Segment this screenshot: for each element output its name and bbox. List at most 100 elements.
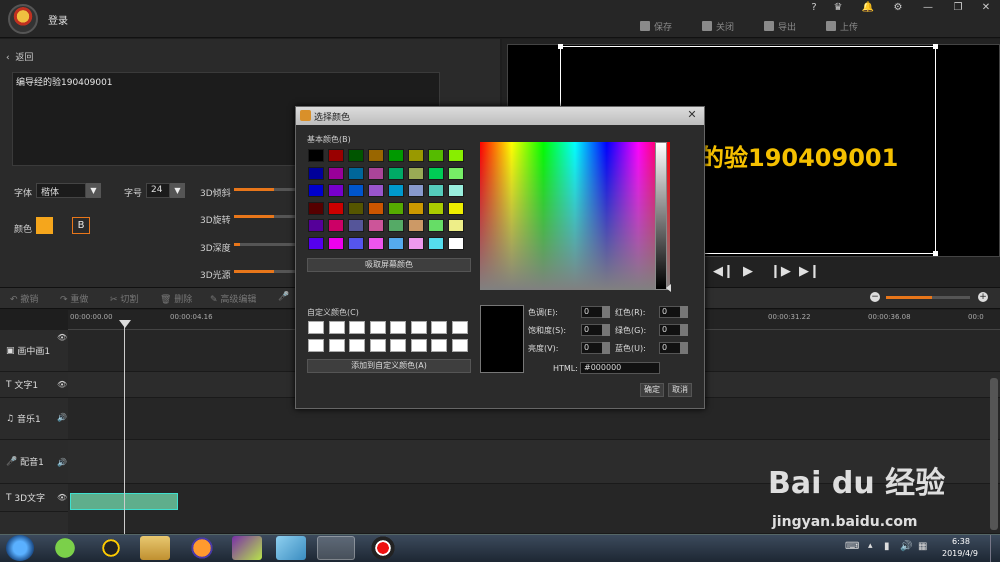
basic-color-swatch[interactable]	[448, 201, 464, 215]
basic-color-swatch[interactable]	[428, 166, 444, 180]
basic-color-swatch[interactable]	[328, 201, 344, 215]
luminance-arrow-icon[interactable]	[666, 284, 671, 292]
close-window-button[interactable]: ✕	[978, 2, 994, 16]
basic-color-swatch[interactable]	[368, 201, 384, 215]
basic-color-swatch[interactable]	[448, 166, 464, 180]
minimize-button[interactable]: —	[920, 2, 936, 16]
basic-color-swatch[interactable]	[308, 166, 324, 180]
tray-arrow-icon[interactable]: ▴	[868, 541, 873, 551]
notification-icon[interactable]: 🔔	[860, 2, 876, 16]
close-doc-button[interactable]: 关闭	[702, 19, 734, 33]
basic-color-swatch[interactable]	[388, 219, 404, 232]
basic-color-swatch[interactable]	[428, 201, 444, 215]
basic-color-swatch[interactable]	[348, 184, 364, 197]
spinner-icon[interactable]	[602, 342, 610, 354]
light-slider[interactable]	[234, 270, 296, 273]
basic-color-swatch[interactable]	[308, 236, 324, 250]
ok-button[interactable]: 确定	[640, 383, 664, 397]
playhead-handle[interactable]	[119, 320, 131, 328]
clock-date[interactable]: 2019/4/9	[942, 549, 978, 558]
basic-color-swatch[interactable]	[388, 166, 404, 180]
cancel-button[interactable]: 取消	[668, 383, 692, 397]
basic-color-swatch[interactable]	[308, 184, 324, 197]
playhead[interactable]	[124, 322, 125, 534]
basic-color-swatch[interactable]	[348, 236, 364, 250]
custom-color-swatch[interactable]	[328, 339, 345, 352]
basic-color-swatch[interactable]	[328, 166, 344, 180]
start-button[interactable]	[6, 535, 34, 561]
delete-button[interactable]: 🗑 删除	[160, 292, 192, 305]
basic-color-swatch[interactable]	[308, 201, 324, 215]
media-app-icon[interactable]	[232, 536, 262, 560]
custom-color-swatch[interactable]	[349, 321, 365, 334]
chevron-down-icon[interactable]: ▼	[86, 183, 101, 198]
resize-handle[interactable]	[558, 44, 563, 49]
vertical-scrollbar[interactable]	[990, 378, 998, 530]
custom-color-swatch[interactable]	[328, 321, 345, 334]
keyboard-icon[interactable]: ⌨	[845, 541, 859, 552]
font-select[interactable]: 楷体	[36, 183, 86, 198]
basic-color-swatch[interactable]	[408, 166, 424, 180]
custom-color-swatch[interactable]	[308, 321, 324, 334]
color-picker-swatch[interactable]	[36, 217, 53, 234]
custom-color-swatch[interactable]	[410, 339, 427, 352]
custom-color-swatch[interactable]	[431, 339, 447, 352]
export-button[interactable]: 导出	[764, 19, 796, 33]
dialog-titlebar[interactable]	[296, 107, 704, 125]
basic-color-swatch[interactable]	[408, 201, 424, 215]
basic-color-swatch[interactable]	[348, 201, 364, 215]
basic-color-swatch[interactable]	[408, 219, 424, 232]
play-icon[interactable]: ▶	[743, 264, 753, 279]
basic-color-swatch[interactable]	[388, 184, 404, 197]
basic-color-swatch[interactable]	[408, 184, 424, 197]
size-select[interactable]: 24	[146, 183, 170, 198]
folder-icon[interactable]	[140, 536, 170, 560]
zoom-in-icon[interactable]: +	[978, 292, 988, 302]
basic-color-swatch[interactable]	[328, 236, 344, 250]
color-spectrum[interactable]	[480, 142, 670, 290]
custom-color-swatch[interactable]	[410, 321, 427, 334]
spinner-icon[interactable]	[602, 306, 610, 318]
basic-color-swatch[interactable]	[428, 149, 444, 162]
speaker-icon[interactable]: 🔊	[57, 413, 67, 422]
custom-color-swatch[interactable]	[451, 339, 468, 352]
basic-color-swatch[interactable]	[448, 184, 464, 197]
basic-color-swatch[interactable]	[328, 219, 344, 232]
advanced-edit-button[interactable]: ✎ 高级编辑	[210, 292, 256, 305]
speaker-icon[interactable]: 🔊	[57, 458, 67, 467]
basic-color-swatch[interactable]	[348, 219, 364, 232]
resize-handle[interactable]	[933, 44, 938, 49]
maximize-button[interactable]: ❐	[950, 2, 966, 16]
basic-color-swatch[interactable]	[308, 149, 324, 162]
clock-time[interactable]: 6:38	[952, 537, 970, 546]
eye-icon[interactable]: 👁	[57, 493, 67, 502]
tilt-slider[interactable]	[234, 188, 296, 191]
html-color-input[interactable]: #000000	[580, 362, 660, 374]
redo-button[interactable]: ↷ 重做	[60, 292, 88, 305]
volume-icon[interactable]: 🔊	[900, 541, 912, 552]
save-button[interactable]: 保存	[640, 19, 672, 33]
firefox-icon[interactable]	[187, 536, 217, 560]
basic-color-swatch[interactable]	[388, 201, 404, 215]
zoom-slider[interactable]	[886, 296, 970, 299]
basic-color-swatch[interactable]	[448, 149, 464, 162]
custom-color-swatch[interactable]	[369, 321, 386, 334]
mic-icon[interactable]: 🎤	[278, 292, 289, 302]
custom-color-swatch[interactable]	[431, 321, 447, 334]
basic-color-swatch[interactable]	[308, 219, 324, 232]
custom-color-swatch[interactable]	[390, 321, 406, 334]
settings-icon[interactable]: ⚙	[890, 2, 906, 16]
basic-color-swatch[interactable]	[408, 149, 424, 162]
help-icon[interactable]: ?	[806, 2, 822, 16]
zoom-out-icon[interactable]: −	[870, 292, 880, 302]
battery-icon[interactable]: ▮	[884, 541, 890, 552]
basic-color-swatch[interactable]	[428, 219, 444, 232]
basic-color-swatch[interactable]	[428, 236, 444, 250]
basic-color-swatch[interactable]	[448, 219, 464, 232]
depth-slider[interactable]	[234, 243, 296, 246]
custom-color-swatch[interactable]	[369, 339, 386, 352]
basic-color-swatch[interactable]	[408, 236, 424, 250]
eye-icon[interactable]: 👁	[57, 333, 67, 342]
back-button[interactable]: ‹ 返回	[6, 50, 33, 63]
prev-frame-icon[interactable]: ◀❙	[713, 264, 734, 279]
